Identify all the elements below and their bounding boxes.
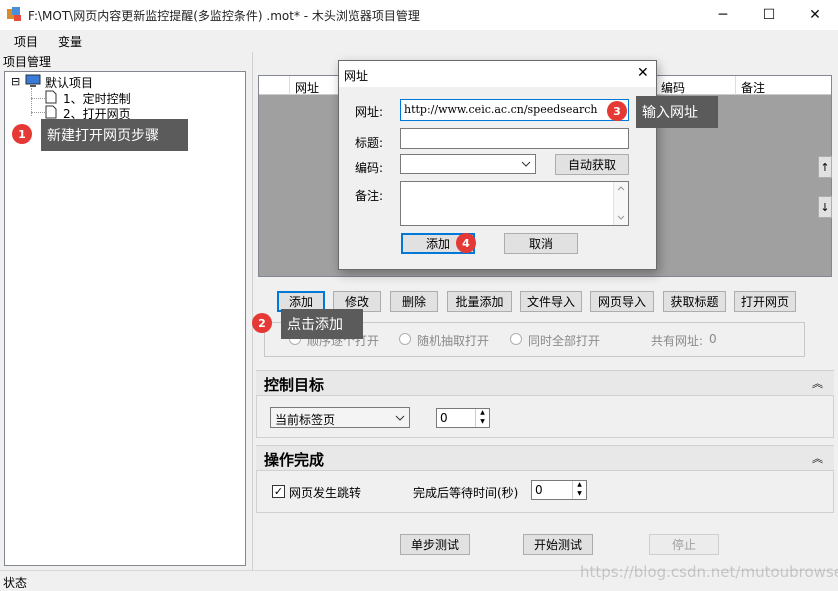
- status-label: 状态: [3, 576, 28, 590]
- spin-up-icon[interactable]: ▲: [572, 481, 586, 490]
- annotation-callout-3: 输入网址: [636, 96, 718, 128]
- close-window-button[interactable]: ✕: [792, 0, 838, 30]
- start-test-button[interactable]: 开始测试: [523, 534, 593, 555]
- tree-root-label[interactable]: 默认项目: [45, 74, 93, 91]
- dialog-note-textarea[interactable]: [400, 181, 629, 226]
- column-encoding[interactable]: 编码: [661, 79, 685, 96]
- app-logo-icon: [7, 7, 21, 21]
- chevron-down-icon[interactable]: [617, 215, 625, 220]
- menu-project[interactable]: 项目: [14, 33, 38, 50]
- target-index-value: 0: [440, 411, 448, 425]
- window-title: F:\MOT\网页内容更新监控提醒(多监控条件) .mot* - 木头浏览器项目…: [28, 9, 420, 23]
- annotation-badge-2: 2: [252, 313, 272, 333]
- redirect-checkbox[interactable]: ✓: [272, 485, 285, 498]
- menu-bar: 项目 变量: [0, 30, 838, 52]
- spin-down-icon[interactable]: ▼: [475, 418, 489, 427]
- chevron-down-icon: [521, 161, 531, 167]
- target-select[interactable]: 当前标签页: [270, 407, 410, 428]
- dialog-encoding-label: 编码:: [355, 161, 384, 175]
- url-count-value: 0: [709, 332, 717, 346]
- title-bar: F:\MOT\网页内容更新监控提醒(多监控条件) .mot* - 木头浏览器项目…: [0, 0, 838, 30]
- tree-collapse-icon[interactable]: ⊟: [11, 75, 20, 88]
- dialog-title: 网址: [344, 69, 369, 83]
- dialog-url-label: 网址:: [355, 105, 384, 119]
- url-count-label: 共有网址:: [651, 334, 704, 348]
- chevron-up-icon[interactable]: [617, 186, 625, 191]
- control-target-body: 当前标签页 0 ▲ ▼: [256, 396, 834, 438]
- target-select-value: 当前标签页: [275, 413, 336, 427]
- watermark: https://blog.csdn.net/mutoubrowser: [580, 563, 838, 581]
- project-panel-title: 项目管理: [3, 55, 52, 69]
- radio-all-at-once-label[interactable]: 同时全部打开: [528, 332, 600, 349]
- spin-down-icon[interactable]: ▼: [572, 490, 586, 499]
- note-scrollbar[interactable]: [613, 182, 628, 225]
- file-import-button[interactable]: 文件导入: [520, 291, 582, 312]
- move-down-button[interactable]: ↓: [818, 196, 832, 218]
- annotation-badge-3: 3: [607, 101, 627, 121]
- operation-complete-title: 操作完成: [264, 451, 325, 469]
- annotation-callout-2: 点击添加: [281, 309, 363, 339]
- document-icon: [45, 90, 57, 104]
- stop-button[interactable]: 停止: [649, 534, 719, 555]
- operation-complete-body: ✓ 网页发生跳转 完成后等待时间(秒) 0 ▲ ▼: [256, 471, 834, 513]
- dialog-url-value: http://www.ceic.ac.cn/speedsearch: [404, 103, 598, 116]
- redirect-checkbox-label[interactable]: 网页发生跳转: [289, 484, 361, 501]
- column-url[interactable]: 网址: [295, 79, 319, 96]
- dialog-note-label: 备注:: [355, 189, 384, 203]
- dialog-title-label: 标题:: [355, 136, 384, 150]
- wait-time-spinner[interactable]: 0 ▲ ▼: [531, 480, 587, 500]
- status-bar: 状态 https://blog.csdn.net/mutoubrowser: [0, 563, 838, 591]
- webpage-import-button[interactable]: 网页导入: [590, 291, 654, 312]
- wait-time-value: 0: [535, 483, 543, 497]
- dialog-close-icon[interactable]: ✕: [637, 65, 649, 81]
- collapse-up-icon[interactable]: ︽: [812, 450, 823, 466]
- step-test-button[interactable]: 单步测试: [400, 534, 470, 555]
- operation-complete-header[interactable]: 操作完成 ︽: [256, 445, 834, 471]
- radio-random[interactable]: [399, 333, 411, 345]
- maximize-button[interactable]: ☐: [746, 0, 792, 30]
- dialog-cancel-button[interactable]: 取消: [504, 233, 578, 254]
- auto-detect-button[interactable]: 自动获取: [555, 154, 629, 175]
- annotation-callout-1: 新建打开网页步骤: [41, 119, 188, 151]
- chevron-down-icon: [395, 415, 405, 421]
- control-target-title: 控制目标: [264, 376, 325, 394]
- batch-add-button[interactable]: 批量添加: [447, 291, 512, 312]
- annotation-badge-1: 1: [12, 124, 32, 144]
- computer-icon: [25, 74, 41, 87]
- column-note[interactable]: 备注: [741, 79, 765, 96]
- dialog-url-input[interactable]: http://www.ceic.ac.cn/speedsearch: [400, 99, 629, 121]
- control-target-header[interactable]: 控制目标 ︽: [256, 370, 834, 396]
- url-dialog: 网址 ✕ 网址: http://www.ceic.ac.cn/speedsear…: [338, 60, 657, 270]
- menu-variables[interactable]: 变量: [58, 33, 82, 50]
- dialog-encoding-select[interactable]: [400, 154, 536, 174]
- radio-random-label[interactable]: 随机抽取打开: [417, 332, 489, 349]
- collapse-up-icon[interactable]: ︽: [812, 375, 823, 391]
- spin-up-icon[interactable]: ▲: [475, 409, 489, 418]
- radio-all-at-once[interactable]: [510, 333, 522, 345]
- wait-time-label: 完成后等待时间(秒): [413, 486, 519, 500]
- delete-button[interactable]: 删除: [390, 291, 438, 312]
- get-title-button[interactable]: 获取标题: [663, 291, 726, 312]
- minimize-button[interactable]: ─: [700, 0, 746, 30]
- annotation-badge-4: 4: [456, 233, 476, 253]
- dialog-title-input[interactable]: [400, 128, 629, 149]
- open-webpage-button[interactable]: 打开网页: [734, 291, 796, 312]
- move-up-button[interactable]: ↑: [818, 156, 832, 178]
- target-index-spinner[interactable]: 0 ▲ ▼: [436, 408, 490, 428]
- dialog-title-bar: 网址 ✕: [339, 61, 656, 87]
- document-icon: [45, 105, 57, 119]
